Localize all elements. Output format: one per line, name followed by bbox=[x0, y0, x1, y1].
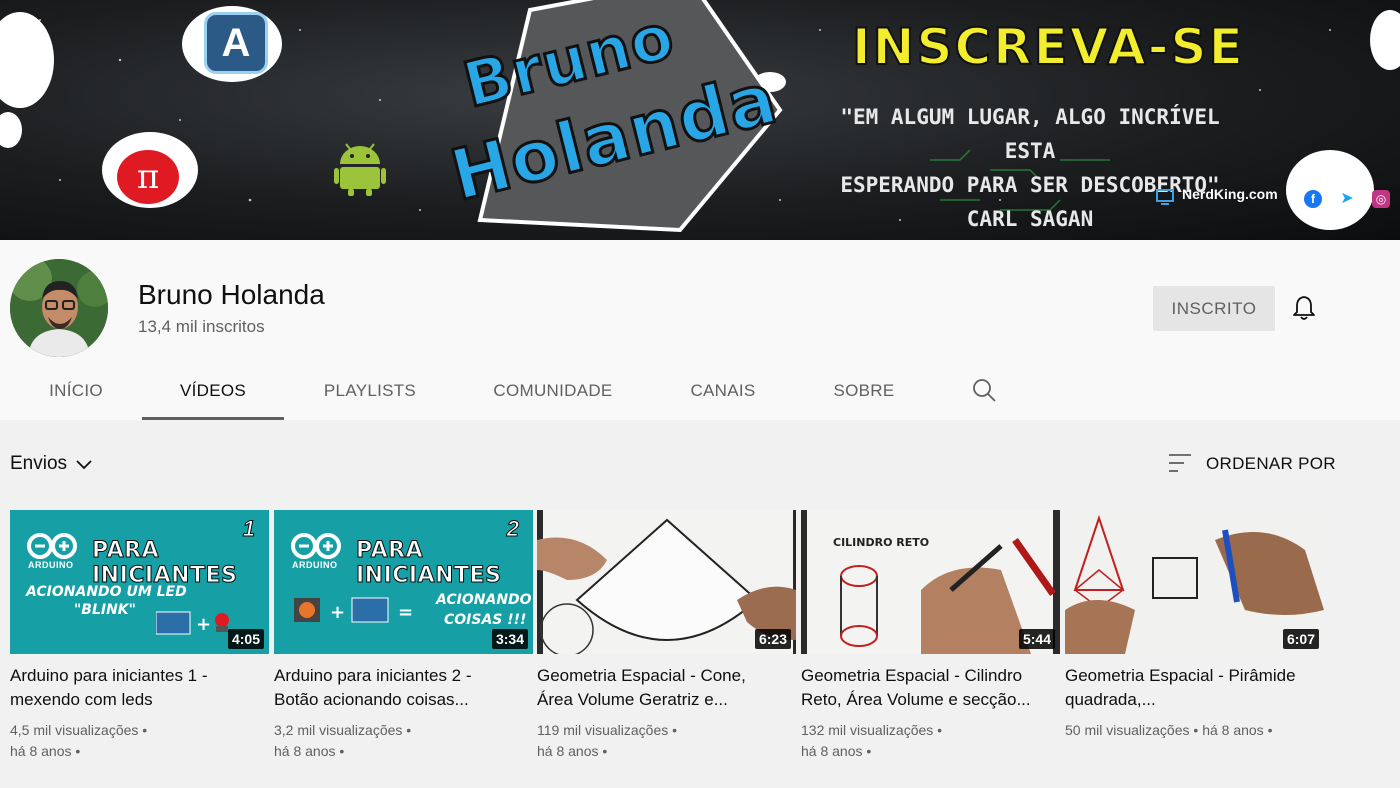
svg-text:=: = bbox=[398, 602, 413, 623]
channel-name: Bruno Holanda bbox=[138, 279, 325, 310]
sort-icon[interactable] bbox=[1168, 452, 1192, 474]
nerdking-icon bbox=[1156, 189, 1174, 205]
thumb-line1: ACIONANDO UM LED bbox=[26, 584, 187, 600]
video-thumbnail[interactable]: ARDUINO PARA INICIANTES 1 ACIONANDO UM L… bbox=[10, 510, 269, 654]
tab-inicio[interactable]: INÍCIO bbox=[26, 362, 126, 420]
video-title[interactable]: Arduino para iniciantes 2 - Botão aciona… bbox=[274, 664, 514, 712]
svg-text:+: + bbox=[330, 602, 345, 623]
video-views: 119 mil visualizações bbox=[537, 722, 669, 738]
thumb-heading: PARA INICIANTES bbox=[92, 538, 238, 589]
subscribed-button[interactable]: INSCRITO bbox=[1153, 286, 1275, 331]
video-age: há 8 anos bbox=[537, 743, 599, 759]
tab-canais[interactable]: CANAIS bbox=[672, 362, 774, 420]
banner-quote-line1: "EM ALGUM LUGAR, ALGO INCRÍVEL ESTA bbox=[840, 105, 1220, 163]
banner-website: NerdKing.com bbox=[1182, 186, 1278, 202]
tab-videos[interactable]: VÍDEOS bbox=[142, 362, 284, 420]
video-thumbnail[interactable]: CILINDRO RETO 5:44 bbox=[801, 510, 1060, 654]
tab-sobre[interactable]: SOBRE bbox=[818, 362, 910, 420]
video-thumbnail[interactable]: 6:23 bbox=[537, 510, 796, 654]
subscriber-count: 13,4 mil inscritos bbox=[138, 317, 265, 336]
video-duration: 5:44 bbox=[1018, 629, 1055, 649]
video-age: há 8 anos bbox=[801, 743, 863, 759]
video-meta: 132 mil visualizações • há 8 anos • bbox=[801, 722, 943, 759]
video-title[interactable]: Arduino para iniciantes 1 - mexendo com … bbox=[10, 664, 250, 712]
video-thumbnail[interactable]: ARDUINO PARA INICIANTES 2 + = ACIONANDO … bbox=[274, 510, 533, 654]
video-duration: 4:05 bbox=[227, 629, 264, 649]
thumb-heading: PARA INICIANTES bbox=[356, 538, 502, 589]
arduino-board-icon: + bbox=[156, 611, 229, 635]
video-duration: 3:34 bbox=[491, 629, 528, 649]
video-meta: 3,2 mil visualizações • há 8 anos • bbox=[274, 722, 412, 759]
youtube-channel-page: Bruno Holanda INSCREVA-SE "EM ALGUM LUGA… bbox=[0, 0, 1400, 788]
video-views: 4,5 mil visualizações bbox=[10, 722, 139, 738]
banner-quote: "EM ALGUM LUGAR, ALGO INCRÍVEL ESTA ESPE… bbox=[830, 100, 1230, 236]
thumb-line2: "BLINK" bbox=[74, 602, 136, 618]
pi-icon: π bbox=[117, 150, 179, 204]
video-views: 50 mil visualizações bbox=[1065, 722, 1190, 738]
sort-button[interactable]: ORDENAR POR bbox=[1206, 454, 1336, 474]
video-card[interactable]: ARDUINO PARA INICIANTES 1 ACIONANDO UM L… bbox=[10, 510, 269, 762]
banner-quote-author: CARL SAGAN bbox=[966, 207, 1094, 231]
video-card[interactable]: CILINDRO RETO 5:44 Geometria Espacial - … bbox=[801, 510, 1060, 762]
video-meta: 50 mil visualizações • há 8 anos • bbox=[1065, 722, 1273, 738]
video-title[interactable]: Geometria Espacial - Pirâmide quadrada,.… bbox=[1065, 664, 1305, 712]
video-age: há 8 anos bbox=[10, 743, 72, 759]
tab-comunidade[interactable]: COMUNIDADE bbox=[476, 362, 630, 420]
thumb-line2: COISAS !!! bbox=[444, 612, 527, 628]
channel-avatar[interactable] bbox=[10, 259, 108, 357]
button-plus-board-icon: + = bbox=[294, 597, 413, 623]
video-card[interactable]: 6:07 Geometria Espacial - Pirâmide quadr… bbox=[1065, 510, 1324, 741]
video-age: há 8 anos bbox=[1202, 722, 1264, 738]
app-a-icon: A bbox=[204, 12, 268, 74]
facebook-icon: f bbox=[1304, 190, 1322, 208]
android-icon bbox=[334, 143, 386, 196]
thumb-number: 1 bbox=[242, 516, 255, 542]
video-meta: 119 mil visualizações • há 8 anos • bbox=[537, 722, 678, 759]
video-duration: 6:07 bbox=[1282, 629, 1319, 649]
avatar-portrait bbox=[10, 259, 108, 357]
bell-icon[interactable] bbox=[1290, 294, 1318, 322]
video-duration: 6:23 bbox=[754, 629, 791, 649]
svg-text:+: + bbox=[196, 614, 211, 635]
arduino-logo-icon bbox=[291, 533, 341, 559]
video-meta: 4,5 mil visualizações • há 8 anos • bbox=[10, 722, 148, 759]
arduino-word: ARDUINO bbox=[292, 560, 338, 570]
uploads-filter[interactable]: Envios bbox=[10, 453, 67, 475]
instagram-icon: ◎ bbox=[1372, 190, 1390, 208]
video-card[interactable]: ARDUINO PARA INICIANTES 2 + = ACIONANDO … bbox=[274, 510, 533, 762]
channel-tabs: INÍCIO VÍDEOS PLAYLISTS COMUNIDADE CANAI… bbox=[0, 362, 1400, 420]
tab-playlists[interactable]: PLAYLISTS bbox=[306, 362, 434, 420]
thumb-number: 2 bbox=[506, 516, 519, 542]
chevron-down-icon[interactable] bbox=[75, 456, 93, 474]
arduino-logo-icon bbox=[27, 533, 77, 559]
thumb-line1: CILINDRO RETO bbox=[833, 536, 930, 549]
twitter-icon: ➤ bbox=[1340, 190, 1354, 207]
arduino-word: ARDUINO bbox=[28, 560, 74, 570]
video-thumbnail[interactable]: 6:07 bbox=[1065, 510, 1324, 654]
video-age: há 8 anos bbox=[274, 743, 336, 759]
search-icon[interactable] bbox=[970, 376, 998, 404]
video-views: 132 mil visualizações bbox=[801, 722, 934, 738]
banner-subscribe-cta: INSCREVA-SE bbox=[851, 17, 1245, 77]
video-title[interactable]: Geometria Espacial - Cone, Área Volume G… bbox=[537, 664, 777, 712]
video-title[interactable]: Geometria Espacial - Cilindro Reto, Área… bbox=[801, 664, 1041, 712]
video-card[interactable]: 6:23 Geometria Espacial - Cone, Área Vol… bbox=[537, 510, 796, 762]
channel-banner: Bruno Holanda INSCREVA-SE "EM ALGUM LUGA… bbox=[0, 0, 1400, 240]
thumb-line1: ACIONANDO bbox=[436, 592, 532, 608]
video-views: 3,2 mil visualizações bbox=[274, 722, 403, 738]
